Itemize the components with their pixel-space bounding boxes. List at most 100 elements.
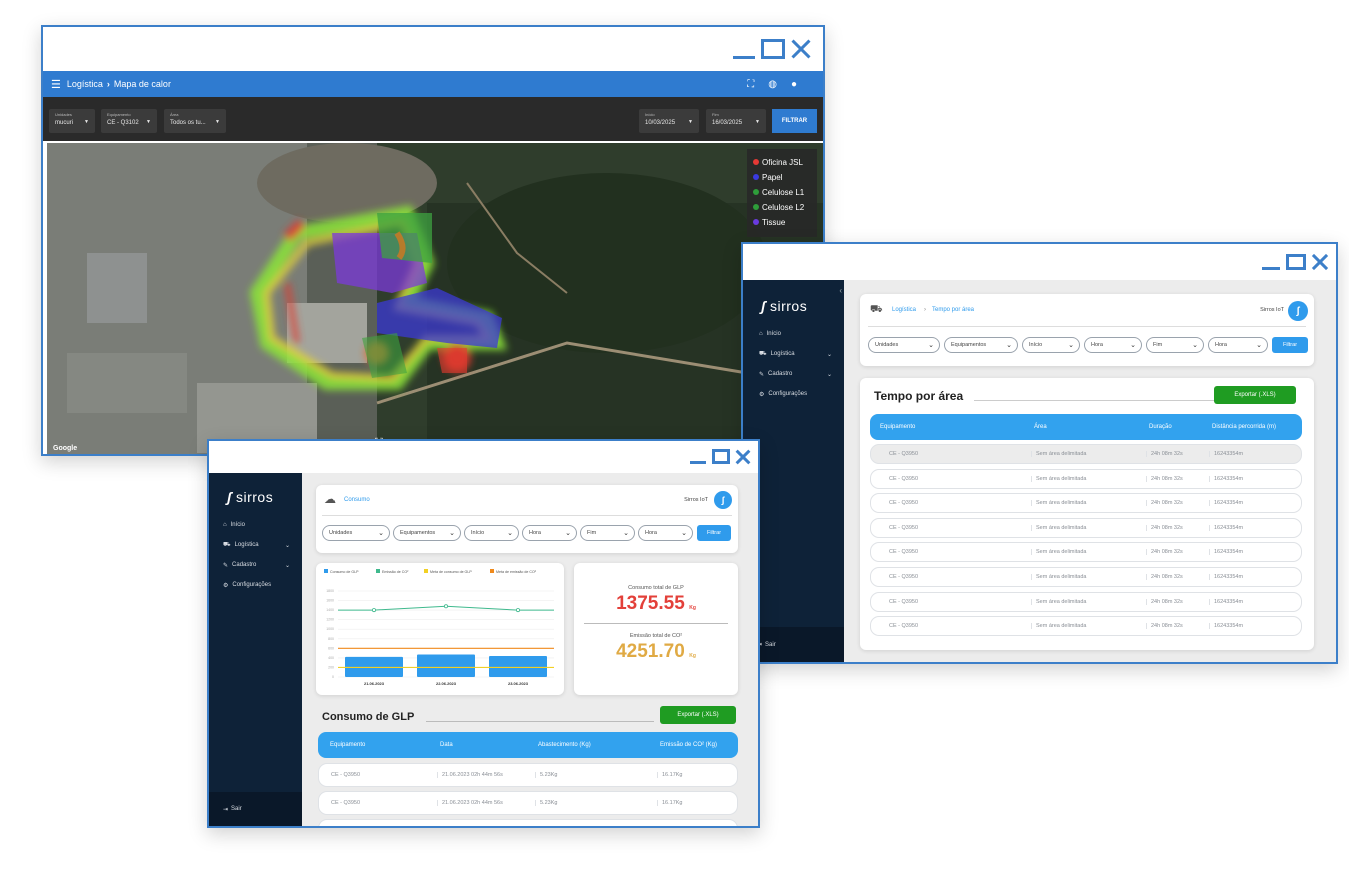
legend-swatch (376, 569, 380, 573)
table-row[interactable]: CE - Q3950 Sem área delimitada 24h 08m 32s… (870, 517, 1302, 538)
user-icon[interactable]: ● (791, 79, 797, 90)
column-header[interactable]: Distância percorrida (m) (1212, 424, 1276, 430)
legend-dot (753, 174, 759, 180)
sidebar-item-inicio[interactable]: ⌂ Início (759, 324, 832, 344)
window-titlebar (43, 27, 823, 71)
minimize-icon[interactable] (1262, 256, 1280, 270)
heatmap-window: ☰ Logística › Mapa de calor ⛶ ◍ ● Unidad… (41, 25, 825, 456)
chevron-down-icon: ⌄ (623, 530, 629, 537)
table-row[interactable]: CE - Q3950 Sem área delimitada 24h 08m 32s… (870, 616, 1302, 637)
chevron-down-icon: ⌄ (1130, 342, 1136, 349)
line-point (515, 608, 520, 613)
close-icon[interactable] (791, 39, 811, 59)
sidebar-item-cadastro[interactable]: ✎ Cadastro ⌄ (223, 555, 290, 575)
inicio-select[interactable]: Início ⌄ (1022, 337, 1080, 353)
column-header[interactable]: Abastecimento (Kg) (538, 742, 591, 748)
window-controls (733, 39, 811, 59)
table-cell: 16243354m (1209, 623, 1243, 630)
chevron-down-icon: ⌄ (826, 371, 832, 378)
inicio-date[interactable]: Início 10/03/2025 ▼ (639, 109, 699, 133)
logo-mark: ʃ (761, 298, 766, 314)
hora-inicio-select[interactable]: Hora ⌄ (1084, 337, 1142, 353)
export-xls-button[interactable]: Exportar (.XLS) (1214, 386, 1296, 404)
table-cell: CE - Q3950 (889, 475, 919, 482)
legend-item[interactable]: Papel (753, 170, 811, 185)
menu-icon[interactable]: ☰ (51, 78, 61, 91)
heat-map[interactable]: Oficina JSL Papel Celulose L1 Celulose L… (47, 143, 823, 454)
table-row[interactable]: CE - Q3950 21.06.2023 02h 44m 56s 5.23Kg 16… (318, 763, 738, 787)
column-header[interactable]: Emissão de CO² (Kg) (660, 742, 717, 748)
table-row[interactable]: CE - Q3950 Sem área delimitada 24h 08m 32s… (870, 542, 1302, 563)
table-cell: 16243354m (1209, 598, 1243, 605)
table-cell: 24h 08m 32s (1146, 475, 1183, 482)
logout-label: Sair (231, 806, 242, 812)
column-header[interactable]: Duração (1149, 424, 1172, 430)
fullscreen-icon[interactable]: ⛶ (747, 79, 754, 90)
sidebar-item-cadastro[interactable]: ✎ Cadastro ⌄ (759, 364, 832, 384)
fim-date[interactable]: Fim 16/03/2025 ▼ (706, 109, 766, 133)
collapse-icon[interactable]: ‹ (839, 286, 842, 295)
close-icon[interactable] (736, 450, 750, 464)
hora-fim-select[interactable]: Hora ⌄ (1208, 337, 1268, 353)
window-controls (690, 449, 750, 464)
table-cell: 16243354m (1209, 549, 1243, 556)
sidebar-item-logistica[interactable]: ⛟ Logística ⌄ (759, 344, 832, 364)
maximize-icon[interactable] (712, 449, 730, 464)
export-xls-button[interactable]: Exportar (.XLS) (660, 706, 736, 724)
legend-item[interactable]: Celulose L2 (753, 200, 811, 215)
inicio-select[interactable]: Início ⌄ (464, 525, 519, 541)
table-row[interactable]: CE - Q3950 Sem área delimitada 24h 08m 32s… (870, 468, 1302, 489)
globe-icon[interactable]: ◍ (768, 79, 777, 90)
area-select[interactable]: Área Todos os tu... ▼ (164, 109, 226, 133)
sidebar-item-configuracoes[interactable]: ⚙ Configurações (223, 575, 290, 595)
column-header[interactable]: Data (440, 742, 453, 748)
sidebar-item-configuracoes[interactable]: ⚙ Configurações (759, 384, 832, 404)
x-tick-label: 22.06.2023 (436, 681, 457, 686)
close-icon[interactable] (1312, 254, 1328, 270)
equipamento-select[interactable]: Equipamento CE - Q3102 ▼ (101, 109, 157, 133)
column-header[interactable]: Equipamento (330, 742, 365, 748)
filtrar-button[interactable]: Filtrar (1272, 337, 1308, 353)
unidades-select[interactable]: Unidades mucuri ▼ (49, 109, 95, 133)
inicio-value: 10/03/2025 (645, 120, 676, 126)
table-row[interactable]: CE - Q3950 21.06.2023 02h 44m 56s 5.23Kg 16… (318, 791, 738, 815)
logo-text: sirros (769, 298, 808, 314)
fim-select[interactable]: Fim ⌄ (580, 525, 635, 541)
chevron-down-icon: ⌄ (565, 530, 571, 537)
equipamentos-select[interactable]: Equipamentos ⌄ (944, 337, 1018, 353)
maximize-icon[interactable] (1286, 254, 1306, 270)
hora-fim-select[interactable]: Hora ⌄ (638, 525, 693, 541)
minimize-icon[interactable] (690, 451, 706, 464)
filtrar-button[interactable]: Filtrar (697, 525, 731, 541)
table-row[interactable]: CE - Q3950 Sem área delimitada 24h 08m 32s… (870, 493, 1302, 514)
minimize-icon[interactable] (733, 41, 755, 59)
legend-item[interactable]: Celulose L1 (753, 185, 811, 200)
table-cell: 24h 08m 32s (1146, 524, 1183, 531)
y-tick-label: 800 (328, 637, 334, 641)
kpi-card: Consumo total de GLP 1375.55 Kg Emissão … (574, 563, 738, 695)
unidades-select[interactable]: Unidades ⌄ (868, 337, 940, 353)
table-row[interactable]: CE - Q3950 Sem área delimitada 24h 08m 32s… (870, 591, 1302, 612)
breadcrumb-section[interactable]: Logística (892, 307, 916, 313)
unidades-select[interactable]: Unidades ⌄ (322, 525, 390, 541)
header-card: ⛟ Logística › Tempo por área Sirros IoT … (860, 294, 1314, 366)
sidebar-item-label: Configurações (768, 391, 808, 397)
sidebar-item-logistica[interactable]: ⛟ Logística ⌄ (223, 535, 290, 555)
sidebar-item-inicio[interactable]: ⌂ Início (223, 515, 290, 535)
legend-item[interactable]: Oficina JSL (753, 155, 811, 170)
table-row[interactable] (318, 819, 738, 826)
filtrar-button[interactable]: FILTRAR (772, 109, 817, 133)
logout-button[interactable]: ⇥Sair (209, 792, 302, 826)
column-header[interactable]: Área (1034, 424, 1047, 430)
select-label: Equipamentos (951, 342, 987, 348)
column-header[interactable]: Equipamento (880, 424, 915, 430)
breadcrumb-section[interactable]: Logística (67, 79, 103, 89)
maximize-icon[interactable] (761, 39, 785, 59)
table-row[interactable]: CE - Q3950 Sem área delimitada 24h 08m 32s… (870, 444, 1302, 464)
table-row[interactable]: CE - Q3950 Sem área delimitada 24h 08m 32s… (870, 567, 1302, 587)
equipamentos-select[interactable]: Equipamentos ⌄ (393, 525, 461, 541)
hora-inicio-select[interactable]: Hora ⌄ (522, 525, 577, 541)
fim-select[interactable]: Fim ⌄ (1146, 337, 1204, 353)
legend-item[interactable]: Tissue (753, 215, 811, 230)
table-cell: Sem área delimitada (1031, 549, 1086, 556)
